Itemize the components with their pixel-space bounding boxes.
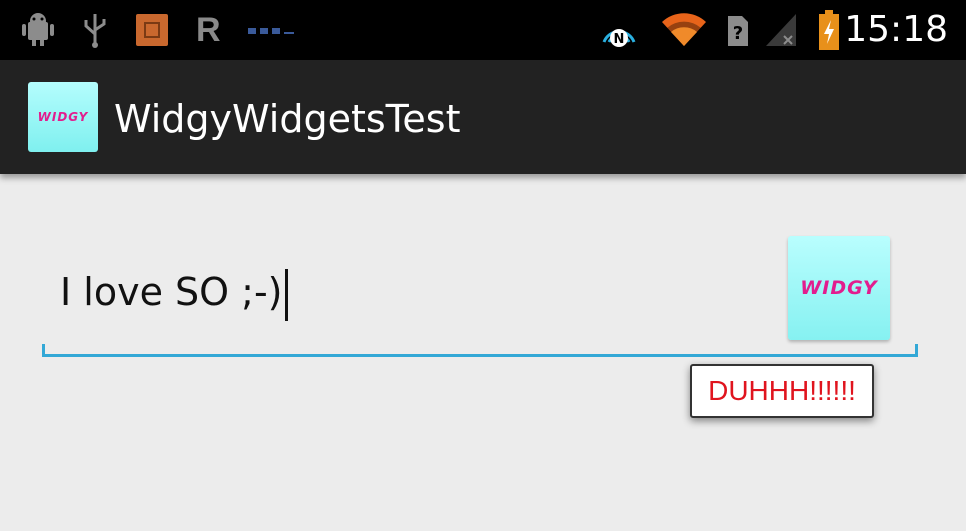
action-bar: WIDGY WidgyWidgetsTest (0, 60, 966, 174)
sd-card-icon (136, 14, 168, 46)
widgy-widget-button[interactable]: WIDGY (788, 236, 890, 340)
r-icon: R (196, 11, 221, 49)
status-time: 15:18 (844, 9, 948, 50)
status-bar: R N ? 15:18 (0, 0, 966, 60)
svg-text:N: N (614, 32, 625, 47)
dots-icon (248, 28, 294, 34)
app-icon-label: WIDGY (37, 110, 89, 124)
text-cursor (284, 268, 288, 321)
wifi-icon (662, 13, 706, 46)
text-input-value: I love SO ;-) (60, 270, 283, 314)
signal-icon (766, 14, 796, 46)
app-title: WidgyWidgetsTest (114, 97, 461, 141)
usb-icon (84, 14, 106, 48)
text-input[interactable]: I love SO ;-) (60, 262, 288, 322)
nfc-icon: N (602, 29, 636, 47)
app-icon[interactable]: WIDGY (28, 82, 98, 152)
widgy-widget-label: WIDGY (800, 277, 878, 299)
no-sim-icon: ? (728, 16, 748, 46)
toast-message: DUHHH!!!!!! (690, 364, 874, 418)
text-input-underline (42, 344, 918, 357)
battery-charging-icon (819, 10, 839, 50)
android-debug-icon (22, 13, 54, 46)
svg-text:?: ? (733, 23, 743, 44)
